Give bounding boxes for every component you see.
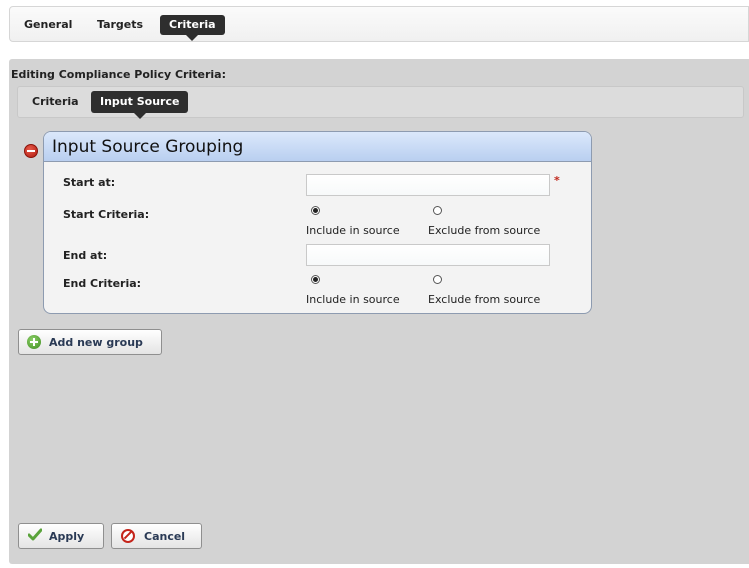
cancel-label: Cancel: [144, 530, 186, 543]
start-include-label: Include in source: [306, 224, 400, 237]
end-include-label: Include in source: [306, 293, 400, 306]
start-include-radio[interactable]: [311, 206, 320, 215]
required-marker-icon: *: [554, 174, 560, 187]
add-new-group-button[interactable]: Add new group: [18, 329, 162, 355]
check-icon: [28, 528, 42, 541]
end-at-input[interactable]: [306, 244, 550, 266]
start-exclude-radio[interactable]: [433, 206, 442, 215]
grouping-title: Input Source Grouping: [44, 132, 591, 162]
start-at-label: Start at:: [63, 176, 116, 189]
cancel-icon: [121, 529, 135, 543]
criteria-panel: Editing Compliance Policy Criteria: Crit…: [9, 59, 749, 564]
end-exclude-label: Exclude from source: [428, 293, 541, 306]
add-new-group-label: Add new group: [49, 336, 143, 349]
start-at-input[interactable]: [306, 174, 550, 196]
end-include-radio[interactable]: [311, 275, 320, 284]
tab-criteria[interactable]: Criteria: [160, 15, 225, 41]
apply-label: Apply: [49, 530, 85, 543]
sub-tab-bar: Criteria Input Source: [17, 86, 744, 119]
tab-general[interactable]: General: [24, 15, 72, 35]
cancel-button[interactable]: Cancel: [111, 523, 202, 549]
start-exclude-label: Exclude from source: [428, 224, 541, 237]
add-icon: [27, 335, 41, 349]
start-criteria-label: Start Criteria:: [63, 208, 150, 221]
subtab-input-source[interactable]: Input Source: [91, 91, 189, 119]
apply-button[interactable]: Apply: [18, 523, 104, 549]
end-criteria-label: End Criteria:: [63, 277, 142, 290]
end-exclude-radio[interactable]: [433, 275, 442, 284]
subtab-criteria[interactable]: Criteria: [32, 91, 79, 113]
top-tab-bar: General Targets Criteria: [9, 6, 749, 42]
input-source-grouping-card: Input Source Grouping Start at: * Start …: [43, 131, 592, 314]
end-at-label: End at:: [63, 249, 108, 262]
remove-group-icon[interactable]: [24, 144, 38, 158]
panel-title: Editing Compliance Policy Criteria:: [11, 68, 226, 81]
tab-targets[interactable]: Targets: [97, 15, 143, 35]
